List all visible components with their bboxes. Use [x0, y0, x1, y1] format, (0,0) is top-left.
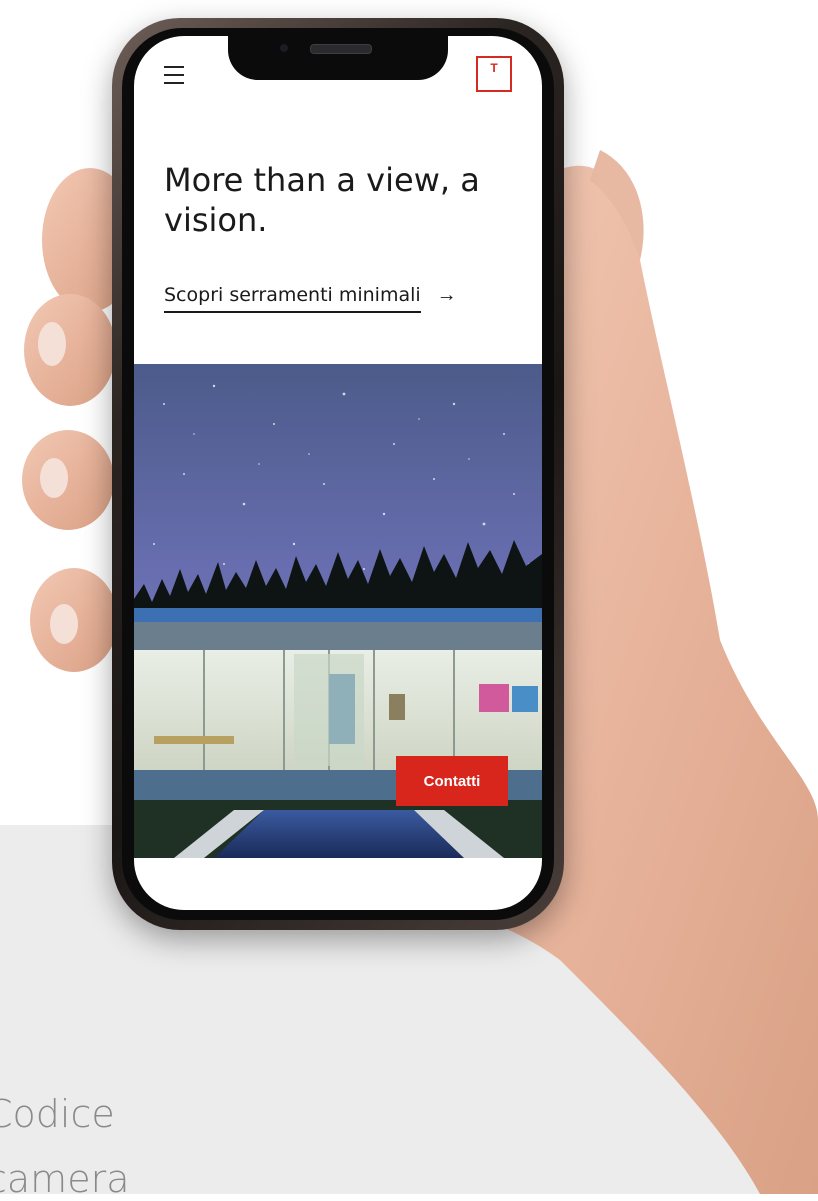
notch — [228, 36, 448, 80]
brand-logo[interactable]: T — [476, 56, 512, 92]
front-camera — [280, 44, 288, 52]
hamburger-menu-icon[interactable] — [164, 66, 184, 84]
contact-button[interactable]: Contatti — [396, 756, 508, 806]
page-headline: More than a view, a vision. — [164, 161, 480, 239]
discover-minimal-windows-link[interactable]: Scopri serramenti minimali → — [164, 284, 457, 313]
cta-label: Scopri serramenti minimali — [164, 284, 421, 313]
arrow-right-icon: → — [436, 284, 457, 306]
menu-line — [164, 66, 184, 68]
menu-line — [164, 74, 184, 76]
speaker-grille — [310, 44, 372, 54]
phone-screen: T More than a view, a vision. Scopri ser… — [134, 36, 542, 910]
menu-line — [164, 82, 184, 84]
